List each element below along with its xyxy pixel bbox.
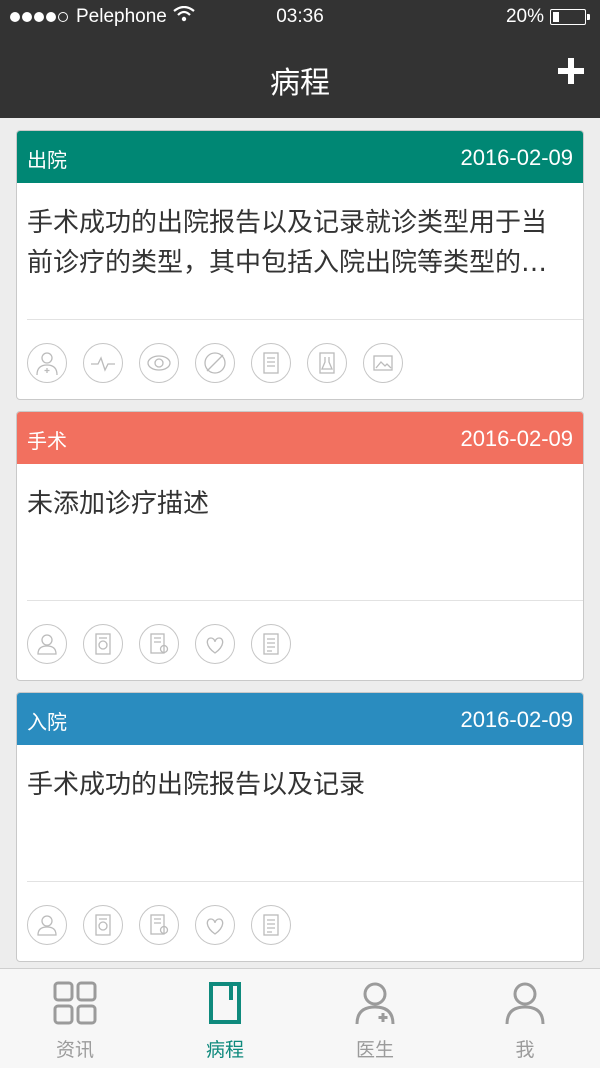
record-description: 未添加诊疗描述 (27, 489, 210, 519)
doctor-icon[interactable] (27, 343, 67, 383)
search-doc-icon[interactable] (139, 905, 179, 945)
battery-percent: 20% (505, 6, 544, 27)
nav-bar: 病程 (0, 34, 600, 118)
battery-icon (550, 9, 590, 25)
page-title: 病程 (270, 66, 330, 101)
record-type: 入院 (27, 710, 67, 734)
tab-label: 资讯 (55, 1039, 94, 1061)
divider (27, 881, 583, 882)
eye-icon[interactable] (139, 343, 179, 383)
record-type: 出院 (27, 148, 67, 172)
divider (27, 600, 583, 601)
person-icon[interactable] (27, 905, 67, 945)
record-header: 入院 2016-02-09 (17, 693, 583, 745)
grid-icon (53, 981, 97, 1025)
record-date: 2016-02-09 (460, 707, 573, 732)
notebook-icon (203, 981, 247, 1025)
tab-label: 病程 (205, 1039, 244, 1061)
record-header: 出院 2016-02-09 (17, 131, 583, 183)
doctor-icon (353, 981, 397, 1025)
lab-flask-icon[interactable] (307, 343, 347, 383)
list-doc-icon[interactable] (251, 905, 291, 945)
record-header: 手术 2016-02-09 (17, 412, 583, 464)
tab-news[interactable]: 资讯 (0, 969, 150, 1068)
record-type: 手术 (27, 429, 67, 453)
no-icon[interactable] (195, 343, 235, 383)
report-icon[interactable] (251, 343, 291, 383)
record-description: 手术成功的出院报告以及记录就诊类型用于当前诊疗的类型，其中包括入院出院等类型的记… (27, 208, 548, 278)
record-date: 2016-02-09 (460, 145, 573, 170)
pulse-icon[interactable] (83, 343, 123, 383)
record-card[interactable]: 出院 2016-02-09 手术成功的出院报告以及记录就诊类型用于当前诊疗的类型… (16, 130, 584, 400)
tab-label: 我 (515, 1039, 535, 1061)
record-date: 2016-02-09 (460, 426, 573, 451)
record-card[interactable]: 手术 2016-02-09 未添加诊疗描述 (16, 411, 584, 681)
record-card[interactable]: 入院 2016-02-09 手术成功的出院报告以及记录 (16, 692, 584, 962)
tab-label: 医生 (355, 1039, 394, 1061)
tab-doctors[interactable]: 医生 (300, 969, 450, 1068)
record-description: 手术成功的出院报告以及记录 (27, 770, 366, 800)
user-icon (503, 981, 547, 1025)
heart-diagram-icon[interactable] (195, 905, 235, 945)
list-doc-icon[interactable] (251, 624, 291, 664)
tab-me[interactable]: 我 (450, 969, 600, 1068)
search-doc-icon[interactable] (139, 624, 179, 664)
person-icon[interactable] (27, 624, 67, 664)
status-bar: Pelephone 03:36 20% (0, 0, 600, 34)
divider (27, 319, 583, 320)
image-icon[interactable] (363, 343, 403, 383)
add-record-button[interactable] (556, 56, 586, 86)
tab-records[interactable]: 病程 (150, 969, 300, 1068)
heart-diagram-icon[interactable] (195, 624, 235, 664)
scan-doc-icon[interactable] (83, 905, 123, 945)
scan-doc-icon[interactable] (83, 624, 123, 664)
tab-bar: 资讯 病程 医生 我 (0, 968, 600, 1068)
